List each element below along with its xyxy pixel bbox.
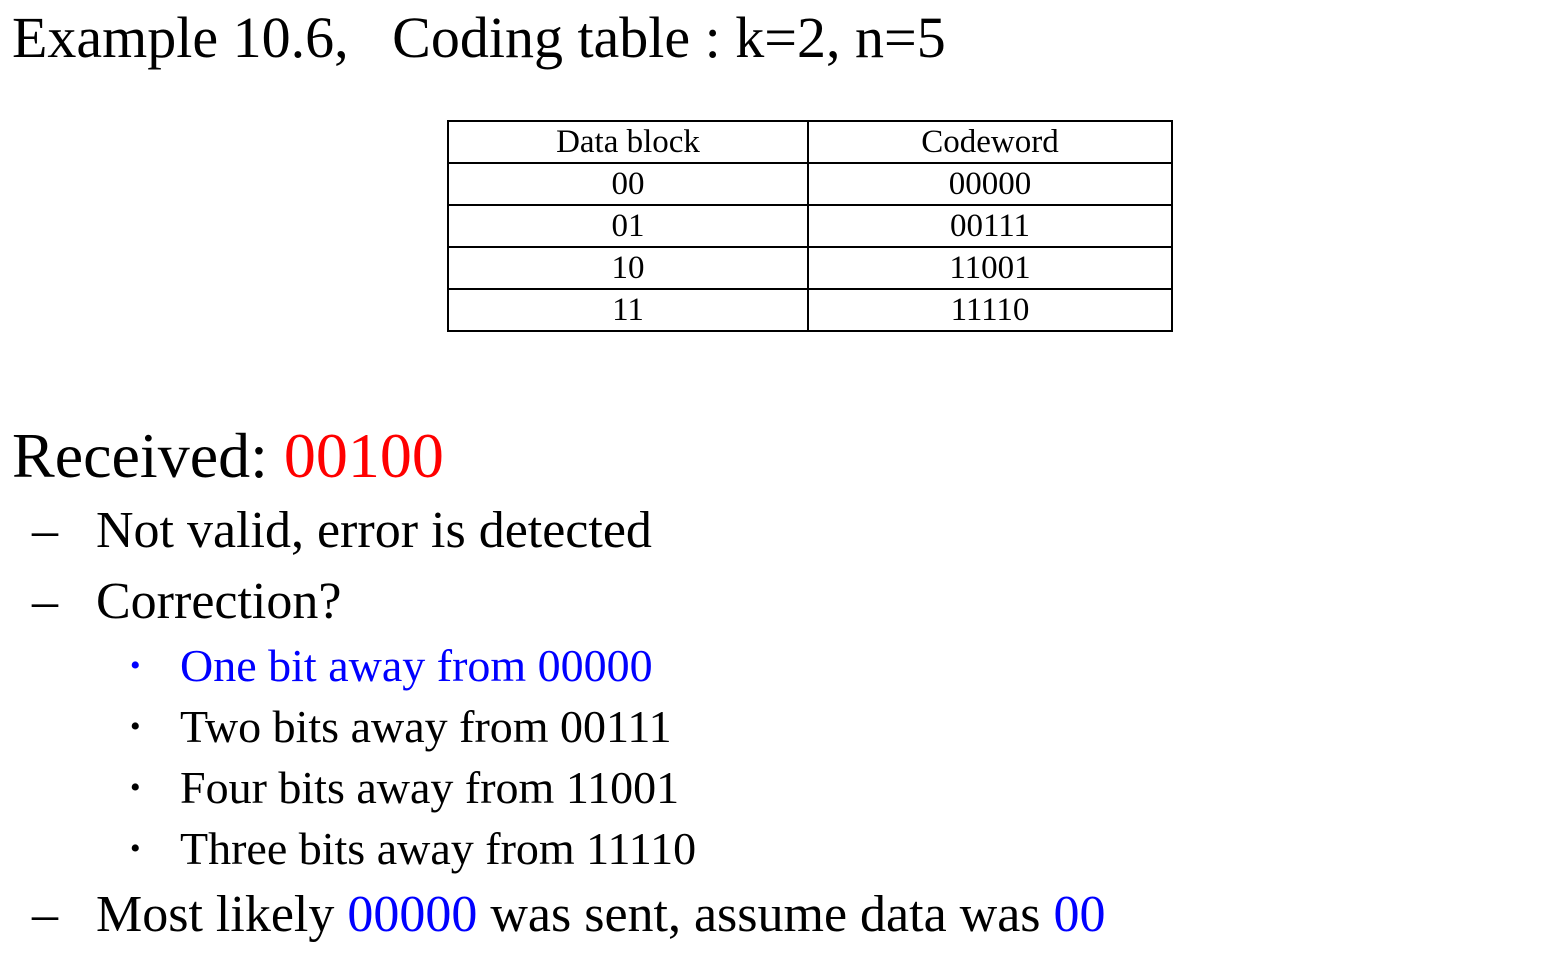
bullet-marker: • [130,649,141,682]
codeword-cell: 00111 [807,204,1173,248]
codeword-cell: 11001 [807,246,1173,290]
sub-point-text: Four bits away from 11001 [180,762,680,813]
header-data-block: Data block [447,120,809,164]
point-correction: – Correction? [32,571,341,633]
header-codeword: Codeword [807,120,1173,164]
dash-marker: – [32,573,58,630]
sub-point-text: Two bits away from 00111 [180,701,672,752]
conclusion-text-1: Most likely [96,886,348,943]
point-text: Correction? [96,573,342,630]
point-conclusion: – Most likely 00000 was sent, assume data… [32,884,1106,946]
bullet-marker: • [130,832,141,865]
sub-point-text: Three bits away from 11110 [180,823,697,874]
data-block-cell: 10 [447,246,809,290]
data-block-cell: 01 [447,204,809,248]
conclusion-text-2: was sent, assume data was [477,886,1054,943]
received-value: 00100 [283,420,444,491]
sub-point: • One bit away from 00000 [130,638,653,694]
sub-point: • Two bits away from 00111 [130,699,672,755]
data-block-cell: 11 [447,288,809,332]
bullet-marker: • [130,771,141,804]
sub-point: • Four bits away from 11001 [130,760,679,816]
conclusion-codeword: 00000 [347,886,478,943]
received-label: Received: [12,420,284,491]
dash-marker: – [32,502,58,559]
sub-point: • Three bits away from 11110 [130,821,696,877]
table-row: 01 00111 [447,204,1173,248]
conclusion-data: 00 [1053,886,1106,943]
table-header-row: Data block Codeword [447,120,1173,164]
table-row: 00 00000 [447,162,1173,206]
codeword-cell: 11110 [807,288,1173,332]
slide-title: Example 10.6, Coding table : k=2, n=5 [12,5,946,70]
sub-point-text: One bit away from 00000 [180,640,653,691]
coding-table: Data block Codeword 00 00000 01 00111 10… [447,120,1173,332]
data-block-cell: 00 [447,162,809,206]
received-line: Received: 00100 [12,418,444,494]
dash-marker: – [32,886,58,943]
point-text: Not valid, error is detected [96,502,652,559]
bullet-marker: • [130,710,141,743]
table-row: 11 11110 [447,288,1173,332]
point-not-valid: – Not valid, error is detected [32,500,652,562]
codeword-cell: 00000 [807,162,1173,206]
table-row: 10 11001 [447,246,1173,290]
